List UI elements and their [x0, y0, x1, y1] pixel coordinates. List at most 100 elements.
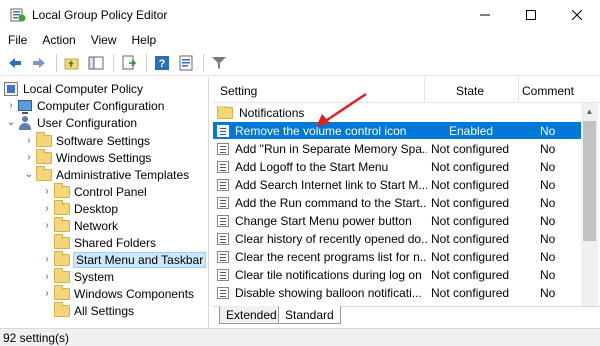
view-tabs: Extended Standard: [213, 306, 600, 328]
tree-item-windows-components[interactable]: › Windows Components: [42, 284, 194, 302]
maximize-button[interactable]: [508, 0, 554, 30]
tree-item-administrative-templates[interactable]: ⌄ Administrative Templates: [24, 165, 189, 183]
setting-comment: No: [540, 195, 556, 210]
scroll-up-icon[interactable]: ▲: [581, 103, 598, 120]
settings-list: Setting State Comment Notifications Remo…: [213, 77, 600, 306]
setting-comment: No: [540, 249, 556, 264]
policy-setting-icon: [217, 286, 229, 299]
tree-item-windows-settings[interactable]: › Windows Settings: [24, 148, 152, 166]
properties-button[interactable]: [175, 52, 197, 74]
policy-setting-icon: [217, 268, 229, 281]
folder-icon: [36, 165, 52, 181]
folder-icon: [54, 199, 70, 215]
chevron-down-icon[interactable]: ⌄: [6, 117, 16, 128]
tree-item-software-settings[interactable]: › Software Settings: [24, 131, 151, 149]
export-list-button[interactable]: [118, 52, 140, 74]
tree-label: Shared Folders: [74, 235, 157, 250]
table-row[interactable]: Clear history of recently opened do... N…: [213, 230, 581, 247]
tree-item-desktop[interactable]: › Desktop: [42, 199, 119, 217]
menu-view[interactable]: View: [91, 33, 117, 47]
policy-icon: [4, 81, 18, 96]
setting-state: Not configured: [431, 195, 510, 210]
help-button[interactable]: ?: [151, 52, 173, 74]
table-row[interactable]: Disable showing balloon notificati... No…: [213, 284, 581, 301]
close-icon: [572, 10, 582, 20]
tree-item-shared-folders[interactable]: Shared Folders: [42, 233, 157, 251]
policy-setting-icon: [217, 124, 229, 137]
column-divider[interactable]: [424, 77, 425, 103]
tree-label: Windows Settings: [56, 150, 152, 165]
setting-state: Not configured: [431, 141, 510, 156]
menu-help[interactable]: Help: [132, 33, 157, 47]
folder-icon: [36, 148, 52, 164]
tree-item-local-computer-policy[interactable]: Local Computer Policy: [4, 80, 143, 97]
table-row[interactable]: Add Search Internet link to Start M... N…: [213, 176, 581, 193]
column-header-state[interactable]: State: [456, 84, 484, 98]
menu-file[interactable]: File: [8, 33, 27, 47]
column-header-comment[interactable]: Comment: [522, 84, 574, 98]
setting-comment: No: [540, 123, 556, 138]
tree-item-system[interactable]: › System: [42, 267, 114, 285]
tree-item-network[interactable]: › Network: [42, 216, 118, 234]
tab-standard[interactable]: Standard: [278, 306, 341, 324]
close-button[interactable]: [554, 0, 600, 30]
help-icon: ?: [155, 55, 169, 70]
chevron-right-icon[interactable]: ›: [42, 220, 52, 231]
setting-state: Not configured: [431, 213, 510, 228]
setting-state: Not configured: [431, 177, 510, 192]
chevron-right-icon[interactable]: ›: [42, 203, 52, 214]
policy-setting-icon: [217, 232, 229, 245]
table-row[interactable]: Add Logoff to the Start Menu Not configu…: [213, 158, 581, 175]
folder-icon: [54, 301, 70, 317]
toolbar-separator: [113, 53, 114, 72]
minimize-button[interactable]: [462, 0, 508, 30]
chevron-right-icon[interactable]: ›: [24, 135, 34, 146]
setting-name: Disable showing balloon notificati...: [235, 285, 422, 300]
table-row[interactable]: Remove the volume control icon Enabled N…: [213, 122, 581, 139]
chevron-right-icon[interactable]: ›: [24, 152, 34, 163]
chevron-right-icon[interactable]: ›: [42, 271, 52, 282]
toolbar: ?: [0, 50, 600, 76]
table-row[interactable]: Add "Run in Separate Memory Spa... Not c…: [213, 140, 581, 157]
menu-action[interactable]: Action: [42, 33, 75, 47]
table-row[interactable]: Add the Run command to the Start... Not …: [213, 194, 581, 211]
forward-button[interactable]: [28, 52, 50, 74]
tree-item-control-panel[interactable]: › Control Panel: [42, 182, 147, 200]
setting-state: Not configured: [431, 249, 510, 264]
chevron-down-icon[interactable]: ⌄: [24, 169, 34, 180]
filter-icon: [212, 56, 226, 69]
vertical-scrollbar[interactable]: ▲: [581, 103, 598, 306]
column-divider[interactable]: [518, 77, 519, 103]
table-row[interactable]: Clear tile notifications during log on N…: [213, 266, 581, 283]
tree-label: User Configuration: [37, 115, 138, 130]
tree-label: Software Settings: [56, 133, 151, 148]
table-row[interactable]: Clear the recent programs list for n... …: [213, 248, 581, 265]
setting-name: Change Start Menu power button: [235, 213, 412, 228]
tree-label: Control Panel: [74, 184, 147, 199]
tree-item-start-menu-taskbar[interactable]: › Start Menu and Taskbar: [42, 250, 207, 268]
folder-icon: [54, 284, 70, 300]
tree-label: Desktop: [74, 201, 119, 216]
list-item-folder[interactable]: Notifications: [213, 104, 581, 121]
filter-button[interactable]: [208, 52, 230, 74]
setting-name: Clear the recent programs list for n...: [235, 249, 427, 264]
chevron-right-icon[interactable]: ›: [42, 186, 52, 197]
show-hide-tree-button[interactable]: [85, 52, 107, 74]
scrollbar-thumb[interactable]: [583, 121, 596, 241]
forward-icon: [33, 57, 45, 68]
setting-comment: No: [540, 267, 556, 282]
setting-state: Not configured: [431, 159, 510, 174]
chevron-right-icon[interactable]: ›: [42, 288, 52, 299]
up-folder-icon: [64, 58, 79, 69]
back-button[interactable]: [4, 52, 26, 74]
tree-item-computer-configuration[interactable]: › Computer Configuration: [6, 97, 164, 114]
folder-label: Notifications: [239, 105, 305, 120]
up-folder-button[interactable]: [61, 52, 83, 74]
chevron-right-icon[interactable]: ›: [42, 254, 52, 265]
tree-item-user-configuration[interactable]: ⌄ User Configuration: [6, 114, 137, 131]
column-header-setting[interactable]: Setting: [220, 84, 257, 98]
chevron-right-icon[interactable]: ›: [6, 100, 16, 111]
tree-item-all-settings[interactable]: All Settings: [42, 301, 134, 319]
table-row[interactable]: Change Start Menu power button Not confi…: [213, 212, 581, 229]
tab-extended[interactable]: Extended: [219, 306, 284, 324]
